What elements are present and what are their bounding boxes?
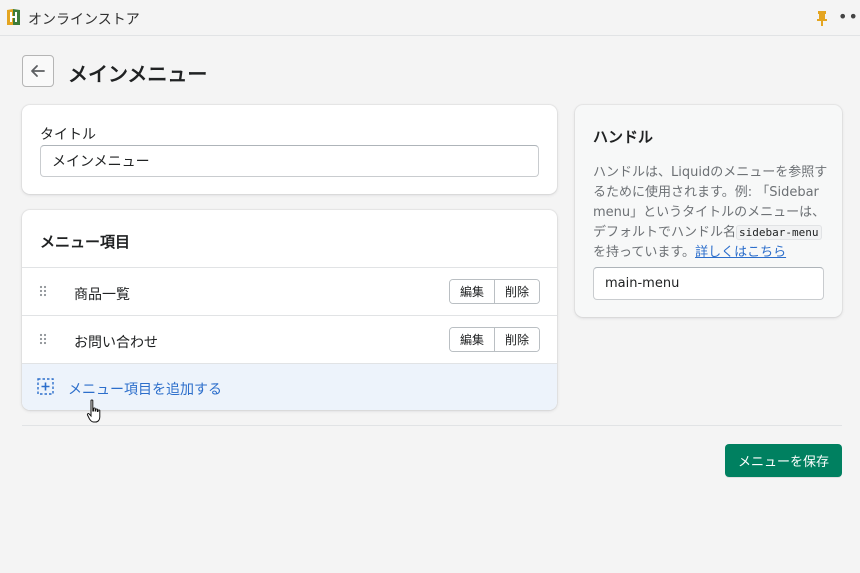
divider bbox=[22, 425, 842, 426]
handle-heading: ハンドル bbox=[593, 128, 654, 146]
add-menu-item-label: メニュー項目を追加する bbox=[68, 382, 222, 398]
menu-items-heading: メニュー項目 bbox=[40, 233, 131, 251]
handle-description: ハンドルは、Liquidのメニューを参照するために使用されます。例: 「Side… bbox=[593, 163, 829, 263]
handle-example-code: sidebar-menu bbox=[736, 225, 822, 240]
title-card: タイトル bbox=[22, 105, 557, 194]
delete-button[interactable]: 削除 bbox=[494, 280, 540, 303]
store-logo-icon bbox=[7, 9, 20, 25]
page-title: メインメニュー bbox=[68, 62, 208, 86]
delete-button[interactable]: 削除 bbox=[494, 328, 540, 351]
menu-item-actions: 編集 削除 bbox=[449, 279, 541, 304]
menu-item-label: 商品一覧 bbox=[74, 287, 130, 303]
edit-button[interactable]: 編集 bbox=[450, 280, 495, 303]
add-item-icon bbox=[37, 378, 54, 395]
pin-icon[interactable] bbox=[815, 10, 829, 26]
handle-input[interactable] bbox=[593, 267, 824, 300]
hand-pointer-cursor-icon bbox=[86, 399, 101, 423]
drag-handle-icon[interactable] bbox=[39, 285, 47, 297]
menu-item-row: 商品一覧 編集 削除 bbox=[22, 267, 557, 315]
drag-handle-icon[interactable] bbox=[39, 333, 47, 345]
more-horizontal-icon[interactable]: ••• bbox=[838, 9, 860, 25]
handle-card: ハンドル ハンドルは、Liquidのメニューを参照するために使用されます。例: … bbox=[575, 105, 842, 317]
title-input[interactable] bbox=[40, 145, 539, 177]
back-button[interactable] bbox=[22, 55, 54, 87]
edit-button[interactable]: 編集 bbox=[450, 328, 495, 351]
arrow-left-icon bbox=[31, 65, 45, 77]
handle-description-text: を持っています。 bbox=[593, 245, 696, 260]
title-label: タイトル bbox=[40, 127, 96, 143]
menu-item-row: お問い合わせ 編集 削除 bbox=[22, 315, 557, 363]
menu-items-card: メニュー項目 商品一覧 編集 削除 お問い合わせ 編集 削除 メニュー項目を追加 bbox=[22, 210, 557, 410]
app-title: オンラインストア bbox=[28, 12, 140, 28]
menu-item-label: お問い合わせ bbox=[74, 335, 158, 351]
save-menu-button[interactable]: メニューを保存 bbox=[725, 444, 842, 477]
learn-more-link[interactable]: 詳しくはこちら bbox=[695, 245, 786, 260]
add-menu-item-button[interactable]: メニュー項目を追加する bbox=[22, 363, 557, 410]
top-bar: オンラインストア ••• bbox=[0, 0, 860, 36]
menu-item-actions: 編集 削除 bbox=[449, 327, 541, 352]
